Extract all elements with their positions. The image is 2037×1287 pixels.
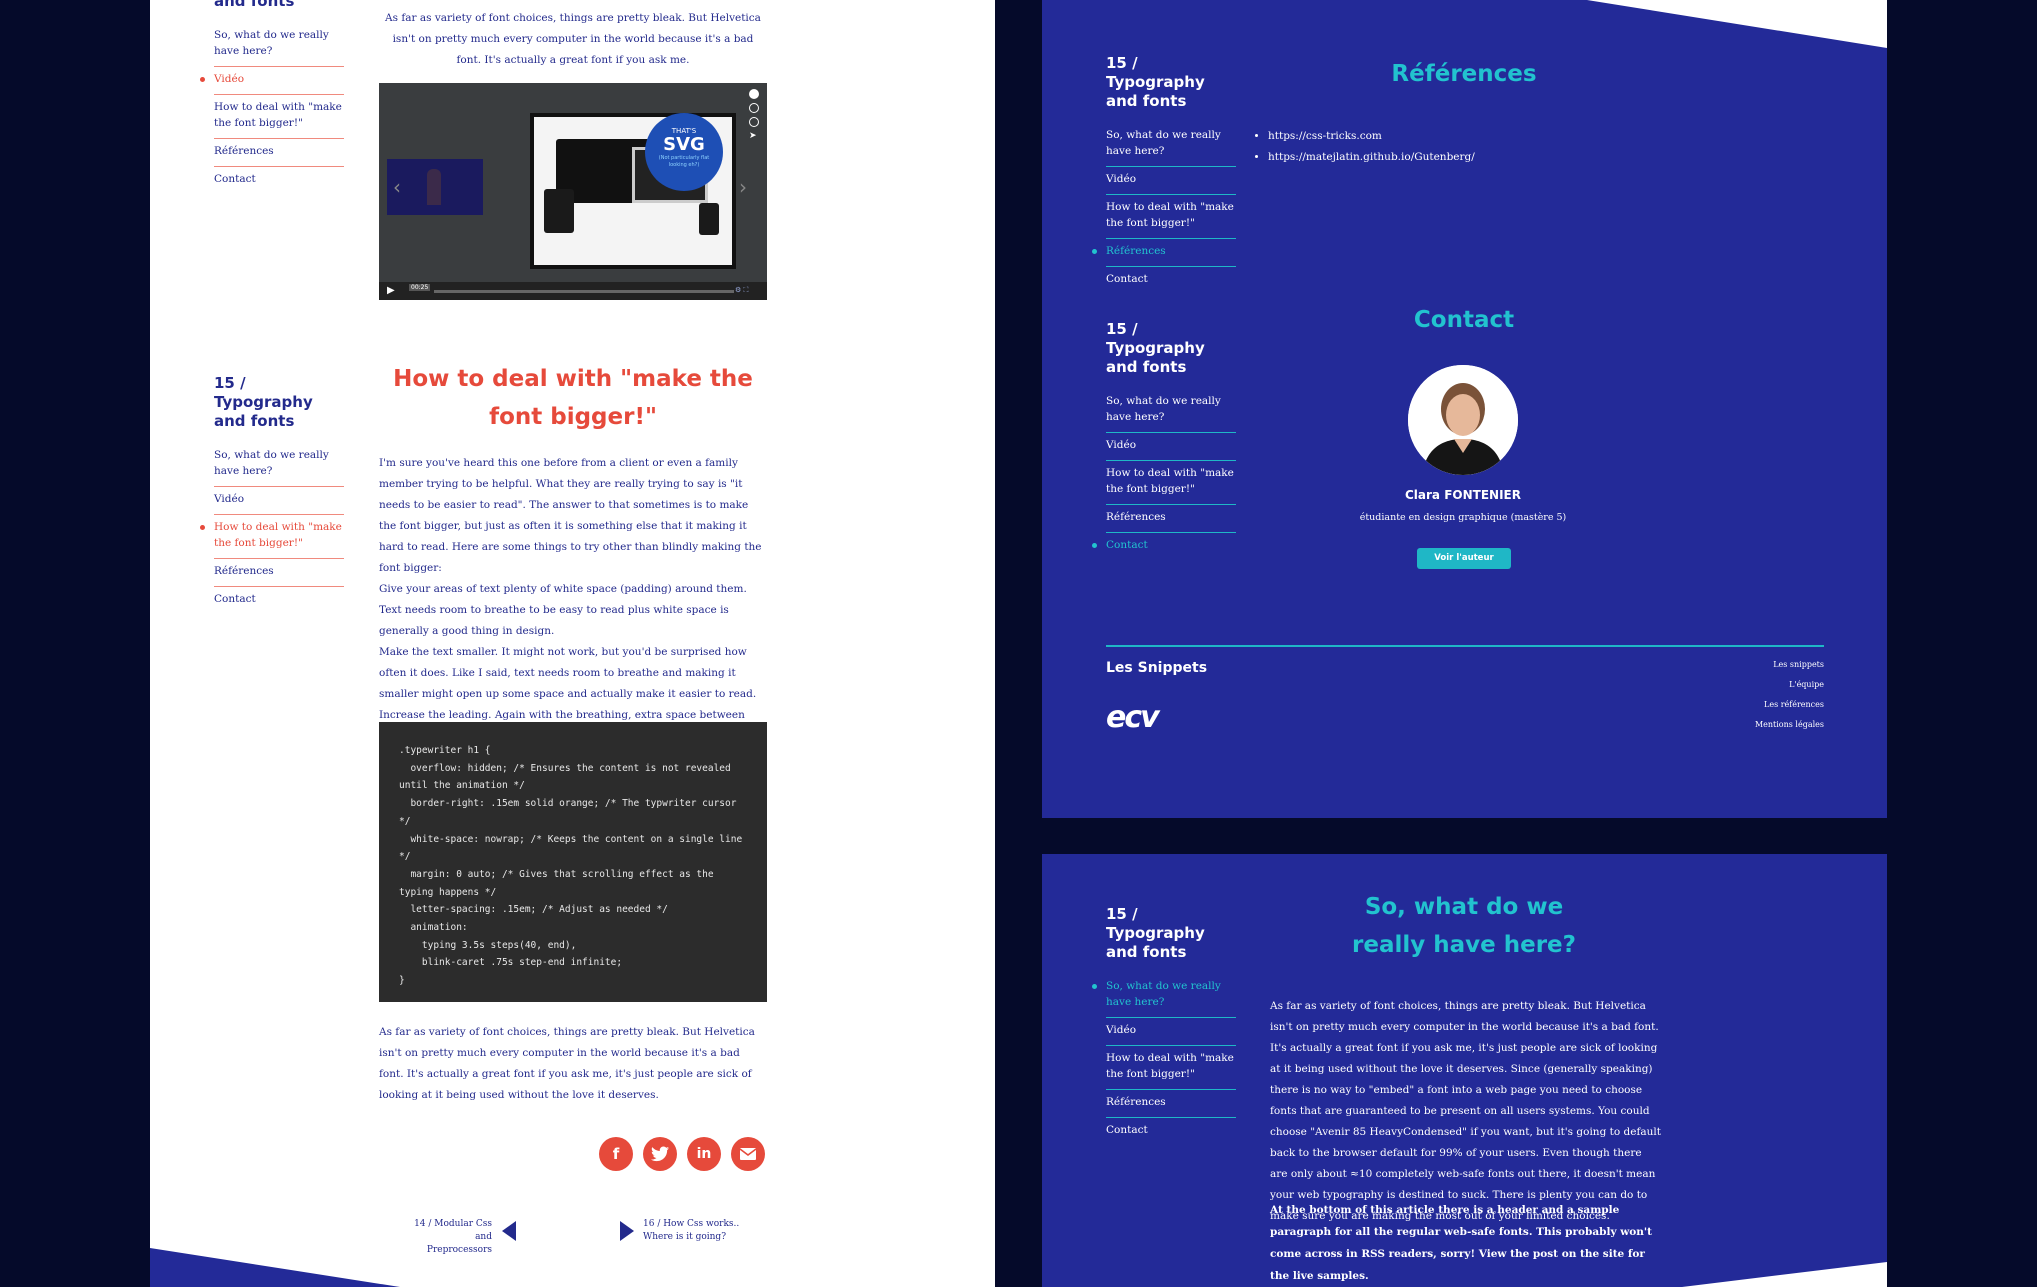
sidebar-item-font-bigger[interactable]: How to deal with "make the font bigger!" bbox=[1106, 461, 1236, 505]
sidebar-title: and fonts bbox=[214, 0, 295, 10]
play-icon[interactable]: ▶ bbox=[387, 285, 395, 296]
video-control-bar[interactable]: ▶ 00:25 ⚙ ⛶ bbox=[379, 282, 767, 300]
references-heading: Références bbox=[1391, 61, 1537, 87]
sidebar-item-contact[interactable]: Contact bbox=[1092, 533, 1236, 560]
sidebar-item-so-what[interactable]: So, what do we really have here? bbox=[1106, 123, 1236, 167]
sidebar-item-references[interactable]: Références bbox=[1106, 1090, 1236, 1118]
facebook-icon[interactable]: f bbox=[599, 1137, 633, 1171]
svg-badge: THAT'S SVG (Not particularly flat lookin… bbox=[645, 113, 723, 191]
sidebar-item-video[interactable]: Vidéo bbox=[1106, 433, 1236, 461]
speaker-figure bbox=[427, 169, 441, 205]
arrow-left-icon[interactable] bbox=[502, 1221, 516, 1241]
sidebar-item-contact[interactable]: Contact bbox=[1106, 267, 1236, 294]
tablet-image bbox=[544, 189, 574, 233]
section-heading: So, what do we really have here? bbox=[1352, 894, 1576, 958]
sidebar-item-video[interactable]: Vidéo bbox=[1106, 1018, 1236, 1046]
sidebar-item-video[interactable]: Vidéo bbox=[214, 487, 344, 515]
video-thumbnail[interactable] bbox=[387, 159, 483, 215]
code-block: .typewriter h1 { overflow: hidden; /* En… bbox=[379, 722, 767, 1002]
author-avatar bbox=[1408, 365, 1518, 475]
video-side-actions: ➤ bbox=[749, 89, 761, 141]
send-icon[interactable]: ➤ bbox=[749, 131, 759, 141]
badge-line3: (Not particularly flat looking eh?) bbox=[658, 155, 710, 168]
phone-image bbox=[699, 203, 719, 235]
section-paragraph: As far as variety of font choices, thing… bbox=[1270, 1000, 1661, 1222]
sidebar-title: 15 / Typography and fonts bbox=[1106, 905, 1205, 961]
section-heading: How to deal with "make the font bigger!" bbox=[393, 366, 753, 430]
prev-line1: 14 / Modular Css bbox=[414, 1219, 492, 1229]
sidebar-item-contact[interactable]: Contact bbox=[214, 167, 344, 194]
sidebar-nav-top: and fonts So, what do we really have her… bbox=[200, 0, 344, 194]
layers-icon[interactable] bbox=[749, 117, 759, 127]
chevron-left-icon[interactable]: ‹ bbox=[393, 175, 401, 199]
sidebar-item-video[interactable]: Vidéo bbox=[1106, 167, 1236, 195]
article-panel-dark-bottom: 15 / Typography and fonts So, what do we… bbox=[1042, 854, 1887, 1287]
linkedin-icon[interactable]: in bbox=[687, 1137, 721, 1171]
body-paragraph: I'm sure you've heard this one before fr… bbox=[379, 457, 762, 742]
header-wedge bbox=[1587, 0, 1887, 48]
ecv-logo[interactable]: ecv bbox=[1106, 700, 1160, 735]
intro-paragraph: As far as variety of font choices, thing… bbox=[385, 12, 761, 66]
author-role: étudiante en design graphique (mastère 5… bbox=[1359, 512, 1567, 523]
outro-paragraph: As far as variety of font choices, thing… bbox=[379, 1026, 755, 1101]
references-list: https://css-tricks.com https://matejlati… bbox=[1248, 126, 1668, 168]
twitter-icon[interactable] bbox=[643, 1137, 677, 1171]
article-panel-light: and fonts So, what do we really have her… bbox=[150, 0, 995, 1287]
sidebar-item-references[interactable]: Références bbox=[214, 139, 344, 167]
sidebar-item-contact[interactable]: Contact bbox=[1106, 1118, 1236, 1145]
footer-link-team[interactable]: L'équipe bbox=[1642, 675, 1824, 695]
footer-link-references[interactable]: Les références bbox=[1642, 695, 1824, 715]
sidebar-item-so-what[interactable]: So, what do we really have here? bbox=[1092, 974, 1236, 1018]
video-time: 00:25 bbox=[409, 284, 431, 291]
badge-line2: SVG bbox=[663, 134, 705, 155]
sidebar-item-references[interactable]: Références bbox=[1092, 239, 1236, 267]
chevron-right-icon[interactable]: › bbox=[739, 175, 747, 199]
sidebar-title: 15 / Typography and fonts bbox=[1106, 54, 1205, 110]
sidebar-nav: 15 / Typography and fonts So, what do we… bbox=[1092, 905, 1236, 1145]
code-content: .typewriter h1 { overflow: hidden; /* En… bbox=[399, 745, 743, 987]
reference-link[interactable]: https://css-tricks.com bbox=[1268, 126, 1668, 147]
video-player[interactable]: ‹ › THAT'S SVG (Not particularly flat lo… bbox=[379, 83, 767, 300]
sidebar-item-font-bigger[interactable]: How to deal with "make the font bigger!" bbox=[214, 95, 344, 139]
sidebar-item-references[interactable]: Références bbox=[1106, 505, 1236, 533]
sidebar-title: 15 / Typography and fonts bbox=[1106, 320, 1205, 376]
article-panel-dark-top: 15 / Typography and fonts So, what do we… bbox=[1042, 0, 1887, 818]
next-line1: 16 / How Css works.. bbox=[643, 1219, 740, 1229]
footer-link-legal[interactable]: Mentions légales bbox=[1642, 715, 1824, 735]
view-author-button[interactable]: Voir l'auteur bbox=[1417, 548, 1511, 569]
contact-heading: Contact bbox=[1413, 307, 1515, 333]
sidebar-nav-refs: 15 / Typography and fonts So, what do we… bbox=[1092, 54, 1236, 294]
reference-link[interactable]: https://matejlatin.github.io/Gutenberg/ bbox=[1268, 147, 1668, 168]
sidebar-nav-contact: 15 / Typography and fonts So, what do we… bbox=[1092, 320, 1236, 560]
clock-icon[interactable] bbox=[749, 103, 759, 113]
footer-links: Les snippets L'équipe Les références Men… bbox=[1642, 655, 1824, 735]
footer-wedge bbox=[1682, 1262, 1887, 1287]
sidebar-item-font-bigger[interactable]: How to deal with "make the font bigger!" bbox=[1106, 195, 1236, 239]
footer-wedge bbox=[150, 1248, 400, 1287]
author-name: Clara FONTENIER bbox=[1405, 488, 1521, 502]
sidebar-item-font-bigger[interactable]: How to deal with "make the font bigger!" bbox=[1106, 1046, 1236, 1090]
sidebar-item-so-what[interactable]: So, what do we really have here? bbox=[1106, 389, 1236, 433]
sidebar-nav-middle: 15 / Typography and fonts So, what do we… bbox=[200, 374, 344, 614]
sidebar-item-so-what[interactable]: So, what do we really have here? bbox=[214, 23, 344, 67]
sidebar-item-contact[interactable]: Contact bbox=[214, 587, 344, 614]
video-progress[interactable] bbox=[434, 290, 734, 293]
footer-brand[interactable]: Les Snippets bbox=[1106, 660, 1207, 676]
footer-link-snippets[interactable]: Les snippets bbox=[1642, 655, 1824, 675]
heart-icon[interactable] bbox=[749, 89, 759, 99]
settings-icon[interactable]: ⚙ ⛶ bbox=[735, 286, 761, 294]
sidebar-item-so-what[interactable]: So, what do we really have here? bbox=[214, 443, 344, 487]
sidebar-title: 15 / Typography and fonts bbox=[214, 374, 313, 430]
sidebar-item-references[interactable]: Références bbox=[214, 559, 344, 587]
sidebar-item-video[interactable]: Vidéo bbox=[200, 67, 344, 95]
footer-divider bbox=[1106, 645, 1824, 647]
mail-icon[interactable] bbox=[731, 1137, 765, 1171]
arrow-right-icon[interactable] bbox=[620, 1221, 634, 1241]
sidebar-item-font-bigger[interactable]: How to deal with "make the font bigger!" bbox=[200, 515, 344, 559]
